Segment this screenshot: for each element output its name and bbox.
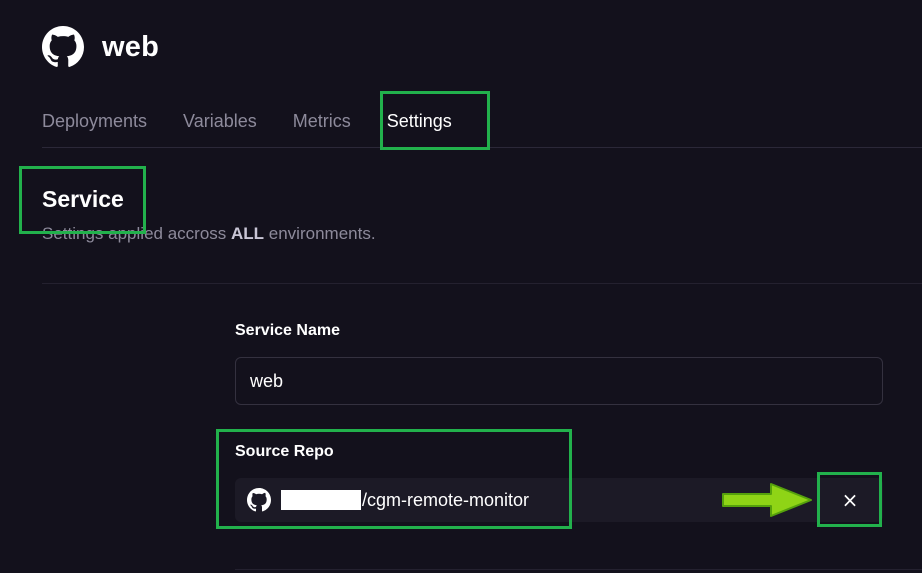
section-subtitle-suffix: environments. — [264, 224, 376, 243]
service-name-label: Service Name — [235, 322, 340, 339]
tab-variables[interactable]: Variables — [183, 112, 257, 130]
tab-bar: Deployments Variables Metrics Settings — [42, 96, 922, 146]
service-header: web — [42, 26, 159, 68]
github-icon — [247, 488, 271, 512]
service-name-input[interactable] — [235, 357, 883, 405]
section-divider — [42, 283, 922, 284]
bottom-divider — [235, 569, 922, 570]
section-subtitle-bold: ALL — [231, 224, 265, 243]
section-subtitle: Settings applied accross ALL environment… — [42, 224, 376, 244]
disconnect-repo-button[interactable]: × — [820, 475, 880, 525]
repo-name: /cgm-remote-monitor — [362, 489, 530, 510]
service-title: web — [102, 30, 159, 63]
section-title: Service — [42, 186, 124, 212]
section-subtitle-prefix: Settings applied accross — [42, 224, 231, 243]
repo-path: /cgm-remote-monitor — [281, 490, 529, 511]
source-repo-label: Source Repo — [235, 443, 334, 460]
redacted-owner — [281, 490, 361, 510]
tabs-divider — [42, 147, 922, 148]
tab-deployments[interactable]: Deployments — [42, 112, 147, 130]
arrow-annotation-icon — [719, 480, 815, 520]
tab-settings[interactable]: Settings — [387, 112, 452, 130]
github-icon — [42, 26, 84, 68]
tab-metrics[interactable]: Metrics — [293, 112, 351, 130]
